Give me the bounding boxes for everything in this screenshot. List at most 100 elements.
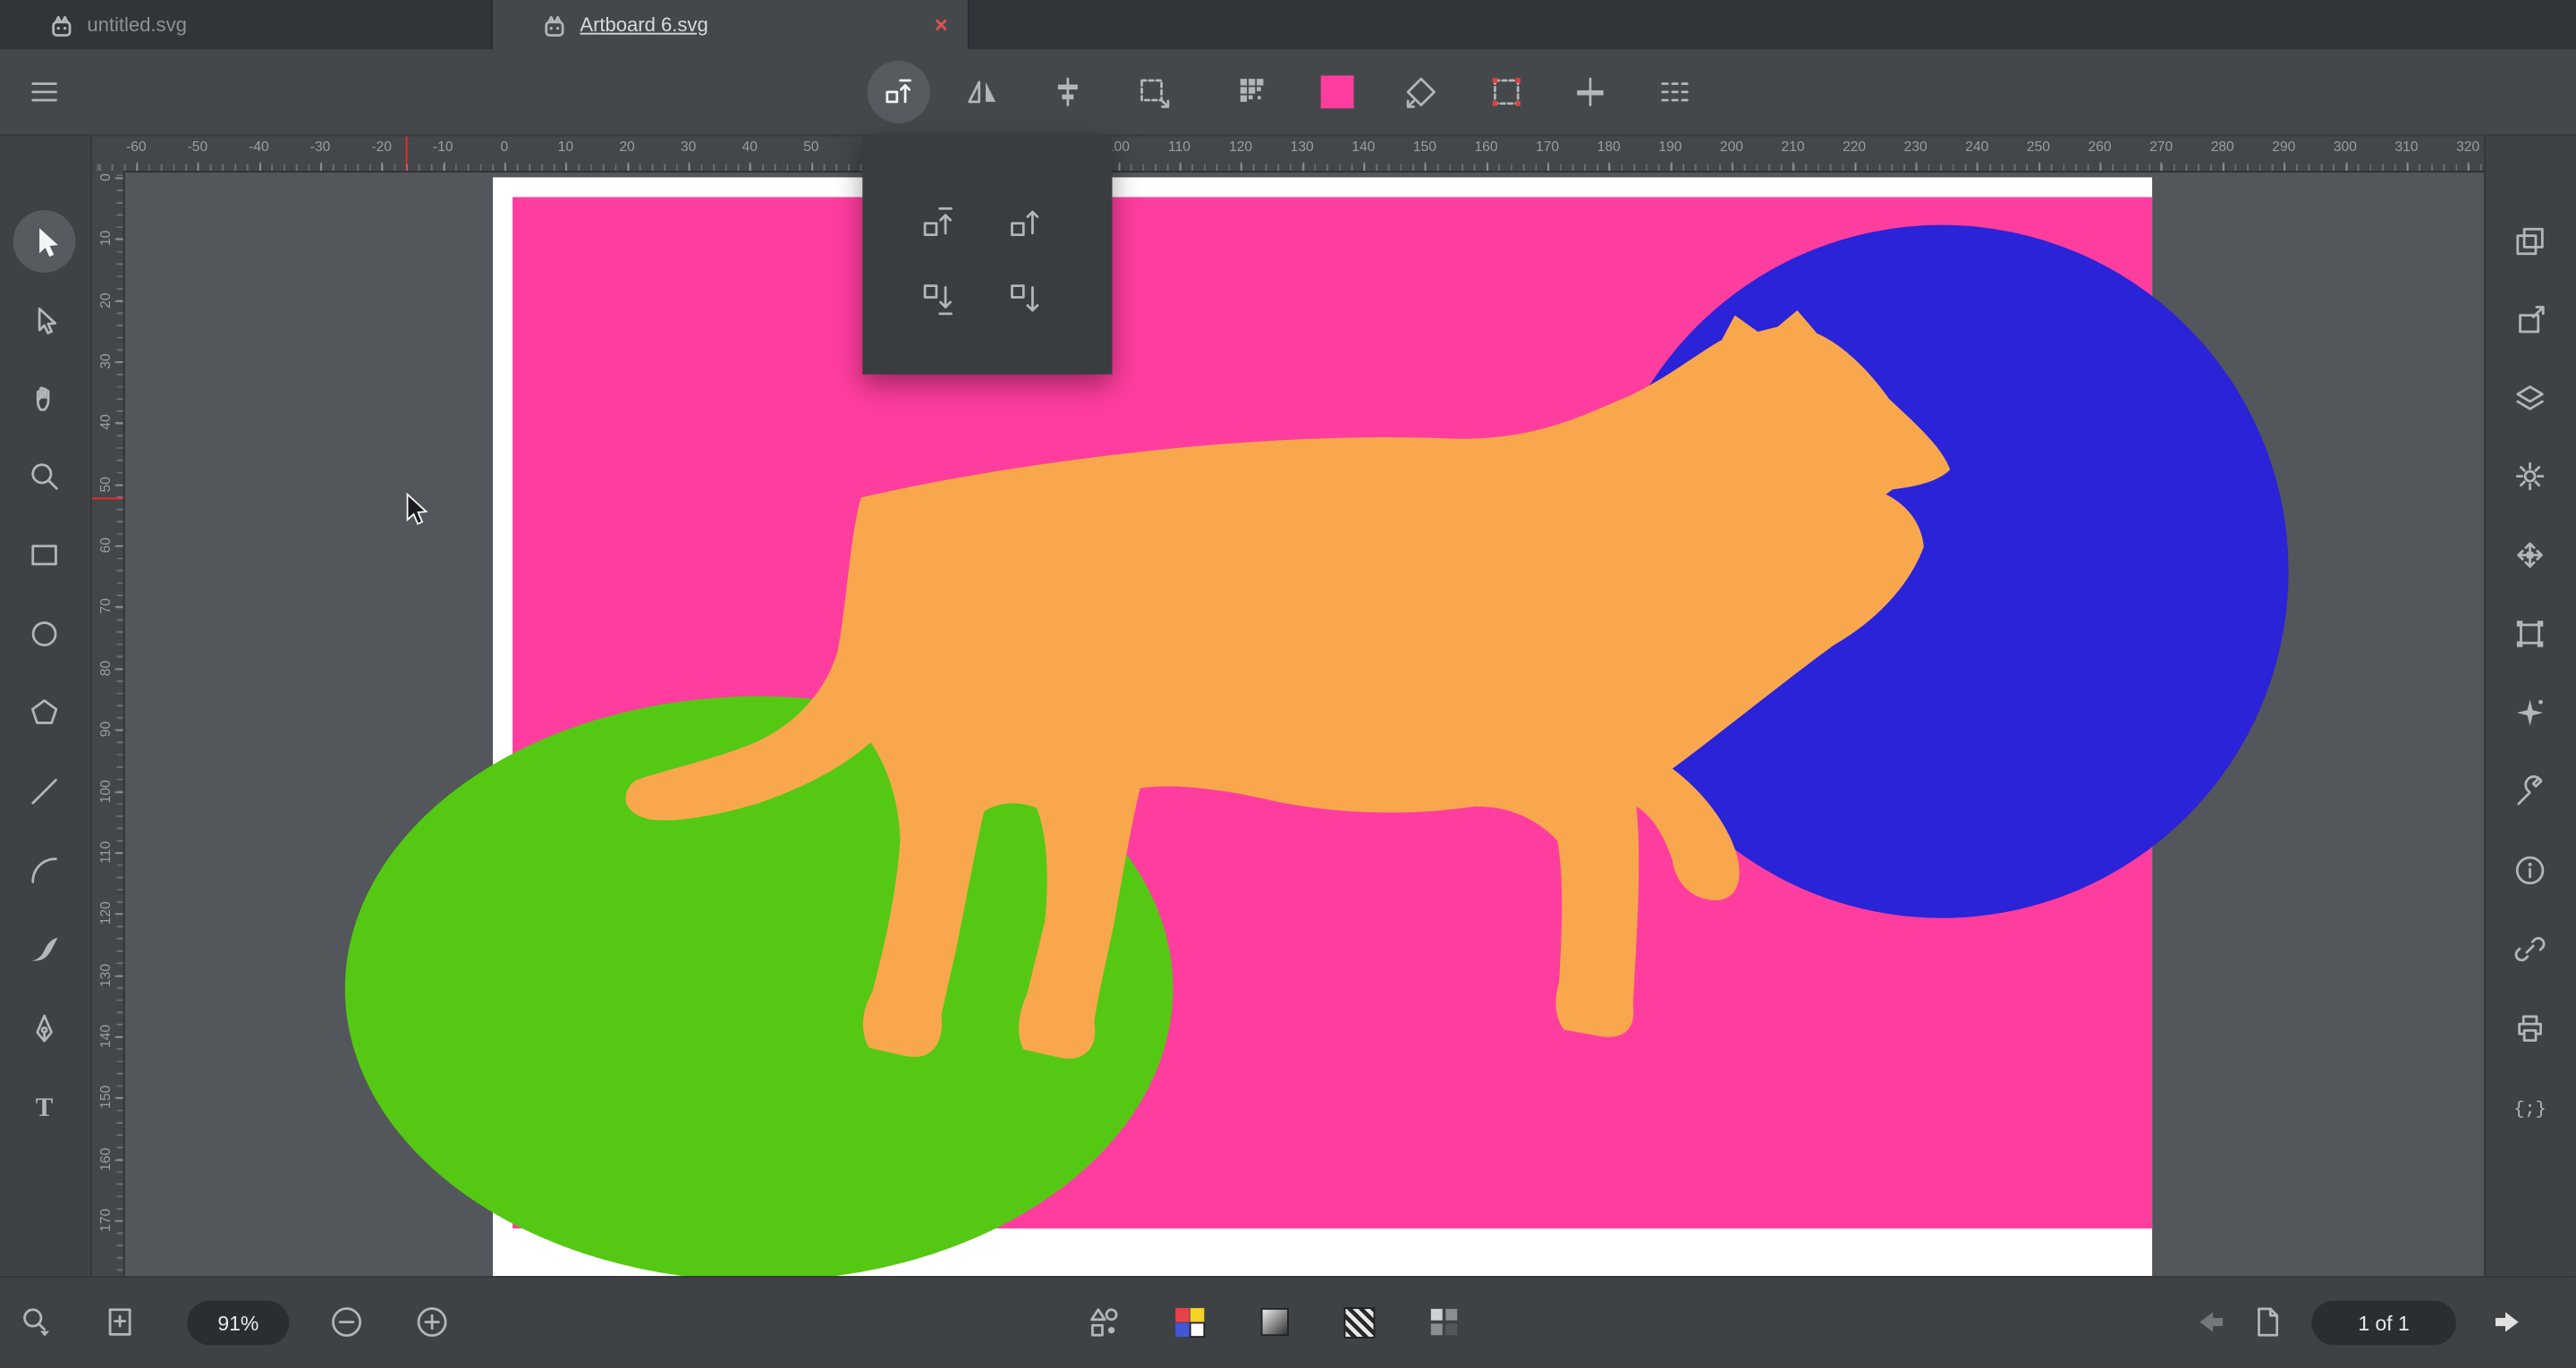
info-panel-button[interactable] — [2499, 840, 2562, 902]
tool-ellipse[interactable] — [13, 603, 76, 665]
tool-pan[interactable] — [13, 367, 76, 429]
menu-button[interactable] — [13, 61, 76, 123]
ruler-label: 80 — [97, 654, 113, 683]
palette-button[interactable] — [1158, 1291, 1221, 1354]
ruler-label: 110 — [1168, 138, 1191, 154]
app-logo-icon — [542, 13, 567, 38]
ruler-tick — [115, 1097, 123, 1099]
ruler-tick — [2284, 163, 2285, 171]
effects-panel-button[interactable] — [2499, 681, 2562, 744]
drawing-canvas[interactable] — [123, 171, 2486, 1278]
fit-zoom-button[interactable] — [89, 1291, 151, 1354]
tool-arc[interactable] — [13, 840, 76, 902]
ruler-tick — [115, 914, 123, 916]
arrange-button[interactable] — [868, 61, 930, 123]
tool-select[interactable] — [13, 210, 76, 273]
brush-icon — [26, 931, 62, 967]
tab-bar: untitled.svg Artboard 6.svg × — [0, 0, 2576, 49]
print-panel-button[interactable] — [2499, 997, 2562, 1060]
ruler-tick — [565, 163, 567, 171]
hamburger-icon — [26, 74, 62, 110]
tool-rectangle[interactable] — [13, 524, 76, 587]
zoom-mode-button[interactable] — [5, 1291, 68, 1354]
ruler-tick — [258, 163, 260, 171]
align-button[interactable] — [1037, 61, 1099, 123]
tool-node-select[interactable] — [13, 289, 76, 351]
code-panel-button[interactable]: {;} — [2499, 1076, 2562, 1138]
transform-icon — [2512, 302, 2547, 338]
ruler-label: 150 — [1413, 138, 1436, 154]
page-button[interactable] — [2236, 1291, 2299, 1354]
tab-untitled[interactable]: untitled.svg — [0, 0, 493, 49]
ruler-label: 0 — [97, 171, 113, 192]
ruler-label: 160 — [1474, 138, 1497, 154]
flip-button[interactable] — [951, 61, 1013, 123]
move-panel-button[interactable] — [2499, 524, 2562, 587]
tool-brush[interactable] — [13, 918, 76, 981]
raise-button[interactable] — [991, 187, 1056, 252]
hatch-icon — [1343, 1306, 1375, 1338]
close-tab-icon[interactable]: × — [935, 13, 948, 37]
ruler-tick — [115, 545, 123, 547]
bounding-box-button[interactable] — [1122, 61, 1184, 123]
gradient-button[interactable] — [1243, 1291, 1306, 1354]
ruler-label: 40 — [97, 408, 113, 437]
frame-panel-button[interactable] — [2499, 603, 2562, 665]
layers-panel-button[interactable] — [2499, 367, 2562, 430]
ruler-tick — [115, 484, 123, 486]
ruler-label: 110 — [97, 837, 113, 866]
tab-artboard6[interactable]: Artboard 6.svg × — [493, 0, 970, 49]
ruler-tick — [443, 163, 445, 171]
fill-color-button[interactable] — [1306, 61, 1368, 123]
rasterize-button[interactable] — [1223, 61, 1285, 123]
ruler-label: 40 — [742, 138, 758, 154]
rectangle-icon — [26, 537, 62, 573]
ruler-tick — [627, 163, 629, 171]
ruler-tick — [115, 361, 123, 363]
ruler-label: 190 — [1658, 138, 1682, 154]
tool-pen[interactable] — [13, 997, 76, 1060]
zoom-in-button[interactable] — [401, 1291, 463, 1354]
next-page-button[interactable] — [2478, 1291, 2540, 1354]
tool-zoom[interactable] — [13, 445, 76, 508]
stroke-style-button[interactable] — [1645, 61, 1707, 123]
ruler-label: 220 — [1843, 138, 1866, 154]
ruler-tick — [1241, 163, 1242, 171]
zoom-out-button[interactable] — [316, 1291, 378, 1354]
lower-icon — [1004, 282, 1042, 319]
ruler-tick — [1486, 163, 1487, 171]
settings-panel-button[interactable] — [2499, 445, 2562, 508]
ruler-label: 120 — [97, 899, 113, 928]
slice-button[interactable] — [1559, 61, 1622, 123]
horizontal-ruler[interactable]: -60-50-40-30-20-100102030405060708090100… — [90, 135, 2486, 173]
ruler-tick — [2038, 163, 2040, 171]
shapes-library-button[interactable] — [1072, 1291, 1135, 1354]
horizontal-ruler-marker — [406, 135, 408, 171]
gear-icon — [2512, 458, 2547, 494]
tool-polygon[interactable] — [13, 681, 76, 744]
symbols-button[interactable] — [1413, 1291, 1476, 1354]
hatch-pattern-button[interactable] — [1327, 1291, 1390, 1354]
transform-panel-button[interactable] — [2499, 289, 2562, 351]
printer-icon — [2512, 1010, 2547, 1046]
ruler-tick — [1547, 163, 1549, 171]
link-panel-button[interactable] — [2499, 918, 2562, 981]
svg-text:T: T — [36, 1094, 54, 1122]
marquee-button[interactable] — [1475, 61, 1538, 123]
tool-line[interactable] — [13, 760, 76, 823]
lower-button[interactable] — [991, 267, 1056, 333]
tool-text[interactable]: T — [13, 1076, 76, 1138]
prev-page-button[interactable] — [2179, 1291, 2241, 1354]
ruler-label: 280 — [2211, 138, 2234, 154]
zoom-level-display[interactable]: 91% — [187, 1301, 289, 1346]
duplicate-panel-button[interactable] — [2499, 210, 2562, 273]
ruler-tick — [115, 1159, 123, 1161]
distort-button[interactable] — [1390, 61, 1453, 123]
lower-to-bottom-button[interactable] — [903, 267, 969, 333]
ruler-label: 260 — [2088, 138, 2111, 154]
link-icon — [2512, 931, 2547, 967]
raise-to-top-button[interactable] — [903, 187, 969, 252]
vertical-ruler[interactable]: 0102030405060708090100110120130140150160… — [90, 171, 125, 1278]
ruler-tick — [115, 852, 123, 854]
adjust-panel-button[interactable] — [2499, 760, 2562, 823]
